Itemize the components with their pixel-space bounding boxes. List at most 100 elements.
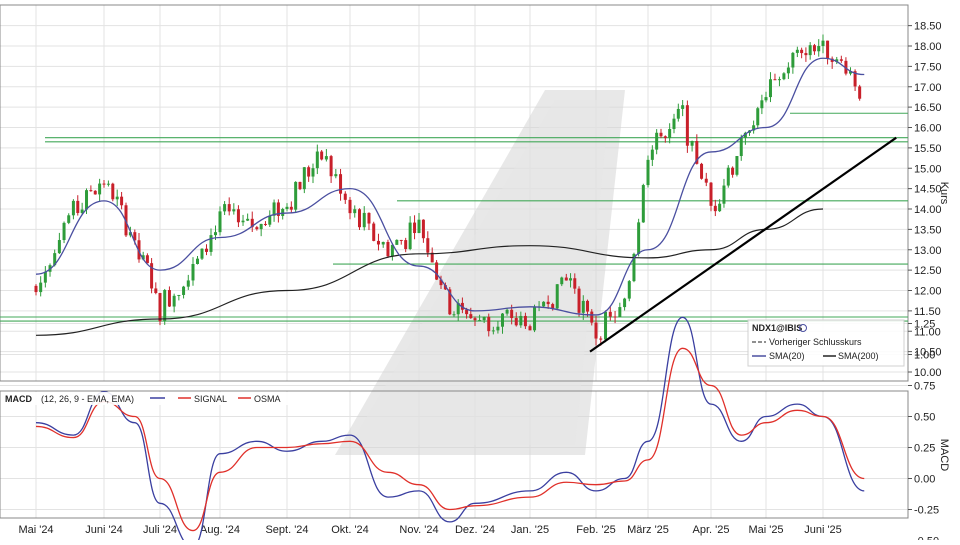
candle-body <box>85 190 89 210</box>
candle-body <box>542 301 546 307</box>
candle-body <box>704 178 708 183</box>
candle-body <box>311 168 315 177</box>
month-label: Okt. '24 <box>331 524 369 536</box>
candle-body <box>357 209 361 228</box>
candle-body <box>637 222 641 254</box>
candle-body <box>594 322 598 339</box>
candle-body <box>386 241 390 257</box>
candle-body <box>227 204 231 212</box>
price-tick-label: 14.50 <box>914 184 942 196</box>
candle-body <box>172 295 176 307</box>
candle-body <box>324 156 328 160</box>
month-label: Aug. '24 <box>200 524 240 536</box>
candle-body <box>241 220 245 223</box>
month-label: Jan. '25 <box>511 524 549 536</box>
candle-body <box>154 288 158 294</box>
candle-body <box>817 46 821 52</box>
candle-body <box>726 167 730 186</box>
month-label: Juni '25 <box>804 524 842 536</box>
macd-axis-label: MACD <box>938 439 950 471</box>
candle-body <box>722 185 726 204</box>
candle-body <box>196 258 199 264</box>
price-axis-label: Kurs <box>938 182 950 205</box>
candle-body <box>209 235 213 252</box>
candle-body <box>413 222 417 234</box>
candle-body <box>120 196 124 206</box>
candle-body <box>106 183 110 185</box>
candle-body <box>353 209 357 214</box>
candle-body <box>89 190 93 192</box>
candle-body <box>246 218 250 221</box>
candle-body <box>735 156 739 175</box>
month-label: Juni '24 <box>85 524 123 536</box>
macd-tick-label: 0.00 <box>914 474 935 486</box>
candle-body <box>577 288 581 313</box>
macd-legend-signal: SIGNAL <box>194 394 227 404</box>
month-label: März '25 <box>627 524 669 536</box>
candle-body <box>334 174 338 177</box>
candle-body <box>764 97 768 101</box>
month-label: Apr. '25 <box>693 524 730 536</box>
price-tick-label: 13.50 <box>914 224 942 236</box>
candle-body <box>564 277 568 281</box>
candle-body <box>604 311 608 340</box>
macd-legend-title: MACD <box>5 394 32 404</box>
price-tick-label: 15.00 <box>914 163 942 175</box>
candle-body <box>281 209 285 216</box>
macd-legend-params: (12, 26, 9 - EMA, EMA) <box>41 394 134 404</box>
price-tick-label: 18.50 <box>914 21 942 33</box>
candle-body <box>839 59 843 61</box>
candle-body <box>821 40 825 47</box>
candle-body <box>491 330 495 332</box>
candle-body <box>623 298 627 308</box>
candle-body <box>690 141 694 146</box>
candle-body <box>514 318 518 326</box>
candle-body <box>421 219 425 239</box>
candle-body <box>417 219 421 234</box>
price-tick-label: 12.50 <box>914 265 942 277</box>
candle-body <box>191 263 195 281</box>
price-tick-label: 16.50 <box>914 102 942 114</box>
candle-body <box>668 129 672 139</box>
candle-body <box>469 314 473 319</box>
candle-body <box>145 255 149 264</box>
candle-body <box>395 239 399 245</box>
stock-chart: 10.00 10.50 11.00 11.50 12.00 12.50 13.00 13.50… <box>0 0 960 545</box>
candle-body <box>158 293 162 322</box>
candle-body <box>93 190 97 195</box>
candle-body <box>681 105 685 109</box>
candle-body <box>315 151 319 169</box>
macd-tick-label: 0.25 <box>914 443 935 455</box>
candle-body <box>182 286 186 295</box>
candle-body <box>259 223 263 230</box>
macd-tick-label: 0.50 <box>914 412 935 424</box>
candle-body <box>177 294 181 296</box>
candle-body <box>713 205 717 212</box>
candle-body <box>343 193 347 200</box>
candle-body <box>435 262 439 280</box>
candle-body <box>167 290 171 307</box>
candle-body <box>501 313 504 327</box>
candle-body <box>465 309 469 315</box>
macd-tick-label: 0.75 <box>914 381 935 393</box>
candle-body <box>599 338 603 340</box>
candle-body <box>404 240 408 249</box>
candle-body <box>381 241 385 245</box>
price-tick-label: 17.00 <box>914 82 942 94</box>
candle-body <box>236 209 240 223</box>
macd-tick-label: 1.25 <box>914 319 935 331</box>
candle-body <box>685 105 689 146</box>
candle-body <box>452 314 456 316</box>
candle-body <box>581 300 585 313</box>
candle-body <box>756 108 760 126</box>
candle-body <box>560 277 564 285</box>
candle-body <box>709 182 713 206</box>
candle-body <box>205 248 208 252</box>
candle-body <box>586 300 590 312</box>
price-tick-label: 13.00 <box>914 245 942 257</box>
candle-body <box>482 316 486 321</box>
candle-body <box>808 45 812 56</box>
candle-body <box>826 40 830 59</box>
candle-body <box>367 212 371 224</box>
legend-prev-close: Vorheriger Schlusskurs <box>769 337 862 347</box>
